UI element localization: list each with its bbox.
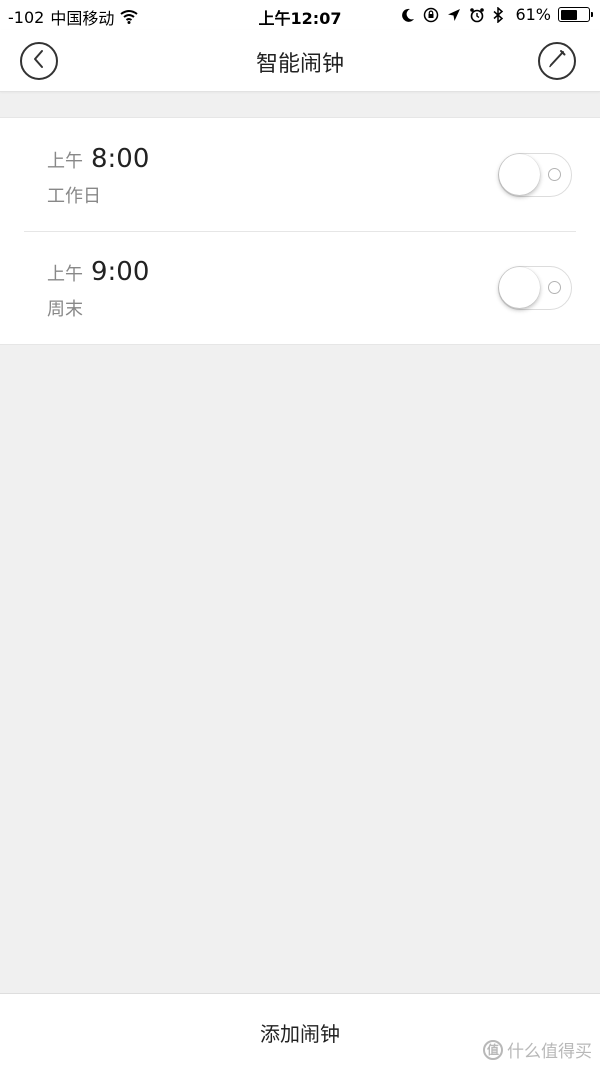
moon-icon	[400, 7, 416, 23]
bluetooth-icon	[492, 5, 508, 24]
alarm-row-workday[interactable]: 上午 8:00 工作日	[0, 118, 600, 231]
alarm-list: 上午 8:00 工作日 上午 9:00 周末	[0, 117, 600, 345]
alarm-row-weekend[interactable]: 上午 9:00 周末	[0, 231, 600, 344]
location-arrow-icon	[446, 7, 462, 23]
battery-percent: 61%	[515, 5, 551, 24]
alarm-time: 9:00	[91, 257, 150, 287]
battery-level-fill	[560, 9, 577, 20]
watermark: 值 什么值得买	[483, 1037, 592, 1062]
status-right: 61%	[400, 5, 593, 24]
alarm-toggle[interactable]	[498, 153, 572, 197]
alarm-repeat-label: 周末	[47, 299, 83, 320]
alarm-repeat-label: 工作日	[47, 186, 101, 207]
alarm-clock-icon	[469, 7, 485, 23]
alarm-toggle[interactable]	[498, 266, 572, 310]
alarm-time-line: 上午 9:00	[47, 257, 149, 287]
watermark-logo-icon: 值	[483, 1039, 503, 1060]
toggle-knob	[499, 267, 540, 308]
navigation-bar: 智能闹钟	[0, 30, 600, 92]
watermark-text: 什么值得买	[507, 1042, 592, 1062]
toggle-off-indicator-icon	[548, 168, 561, 181]
rotation-lock-icon	[423, 7, 439, 23]
pencil-icon	[546, 48, 568, 74]
page-title: 智能闹钟	[255, 52, 344, 77]
alarm-time: 8:00	[91, 144, 150, 174]
toggle-off-indicator-icon	[548, 281, 561, 294]
alarm-time-line: 上午 8:00	[47, 144, 149, 174]
status-bar: -102 中国移动 上午12:07 61%	[0, 0, 600, 30]
battery-icon	[558, 7, 593, 22]
alarm-period: 上午	[47, 151, 83, 172]
bottom-bar: 添加闹钟 值 什么值得买	[0, 993, 600, 1067]
alarm-period: 上午	[47, 264, 83, 285]
edit-button[interactable]	[538, 42, 576, 80]
toggle-knob	[499, 154, 540, 195]
